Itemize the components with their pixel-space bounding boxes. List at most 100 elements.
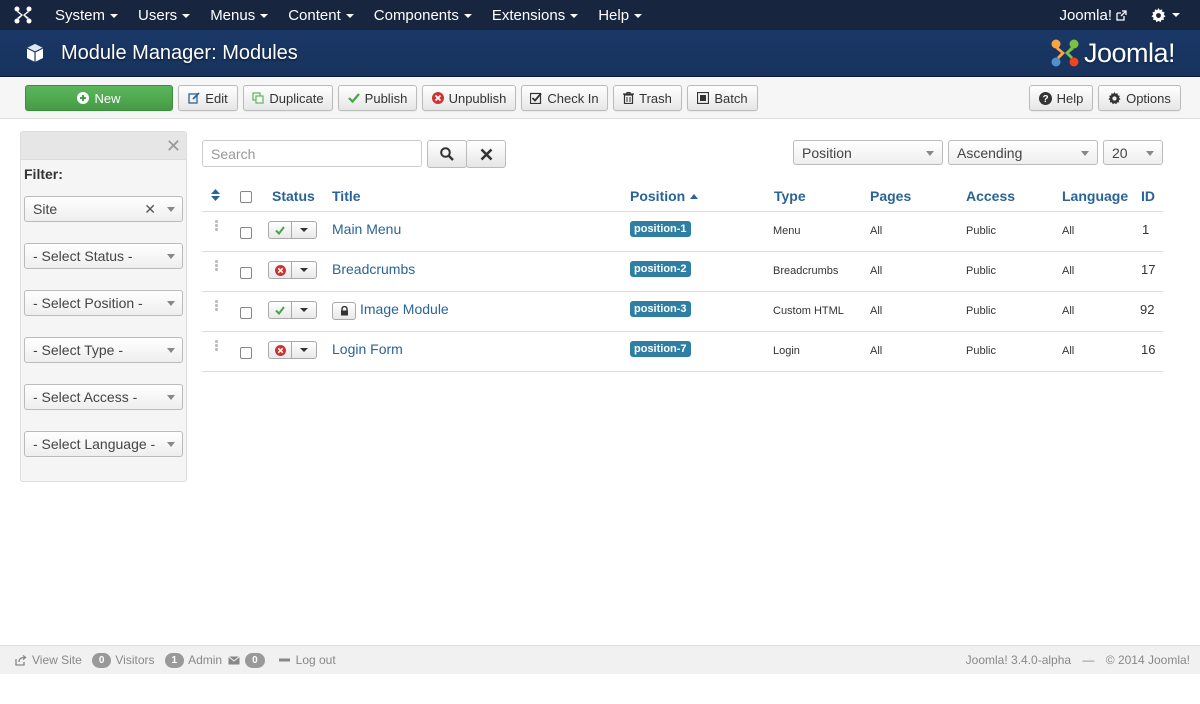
status-toggle[interactable] [268, 221, 317, 239]
menu-help[interactable]: Help [588, 0, 652, 30]
options-button[interactable]: Options [1098, 85, 1181, 111]
check-in-button[interactable]: Check In [521, 85, 608, 111]
row-checkbox[interactable] [240, 267, 252, 279]
module-type: Menu [773, 225, 801, 237]
nav-right: Joomla! [1045, 0, 1200, 30]
client-select[interactable]: Site ✕ [24, 196, 183, 222]
header-type[interactable]: Type [774, 188, 806, 204]
position-badge: position-1 [630, 221, 691, 237]
sort-ordering-icon[interactable] [211, 188, 220, 204]
site-link[interactable]: Joomla! [1045, 7, 1141, 24]
unpublished-x-icon[interactable] [269, 262, 292, 278]
check-icon [347, 92, 360, 104]
edit-icon [188, 92, 200, 104]
chevron-down-icon [167, 348, 175, 353]
header-access[interactable]: Access [966, 188, 1015, 204]
header-language[interactable]: Language [1062, 188, 1128, 204]
chevron-down-icon[interactable] [292, 262, 316, 278]
close-icon [480, 148, 492, 160]
chevron-down-icon [1081, 151, 1089, 156]
direction-select[interactable]: Ascending [948, 140, 1098, 165]
access-select[interactable]: - Select Access - [24, 384, 183, 410]
gear-icon [1108, 91, 1121, 105]
status-toggle[interactable] [268, 261, 317, 279]
edit-button[interactable]: Edit [178, 85, 238, 111]
header-position[interactable]: Position [630, 188, 699, 204]
chevron-down-icon [167, 301, 175, 306]
header-title[interactable]: Title [332, 188, 361, 204]
menu-menus[interactable]: Menus [200, 0, 278, 30]
search-input[interactable] [202, 140, 422, 167]
settings-menu[interactable] [1141, 7, 1200, 23]
drag-handle-icon[interactable] [215, 300, 219, 314]
lock-icon[interactable] [332, 302, 356, 320]
table-header: Status Title Position Type Pages Access … [202, 180, 1163, 212]
language-select[interactable]: - Select Language - [24, 431, 183, 457]
chevron-down-icon[interactable] [292, 222, 316, 238]
publish-button[interactable]: Publish [338, 85, 417, 111]
help-button[interactable]: ? Help [1029, 85, 1093, 111]
chevron-down-icon [167, 254, 175, 259]
module-title-link[interactable]: Main Menu [332, 221, 401, 237]
menu-extensions[interactable]: Extensions [482, 0, 588, 30]
clear-search-button[interactable] [466, 140, 506, 168]
trash-button[interactable]: Trash [613, 85, 682, 111]
drag-handle-icon[interactable] [215, 260, 219, 274]
batch-button[interactable]: Batch [687, 85, 758, 111]
unpublished-x-icon[interactable] [269, 342, 292, 358]
menu-components[interactable]: Components [364, 0, 482, 30]
drag-handle-icon[interactable] [215, 220, 219, 234]
module-language: All [1062, 225, 1075, 237]
row-checkbox[interactable] [240, 227, 252, 239]
table-row: Login Form position-7 Login All Public A… [202, 332, 1163, 372]
menu-content[interactable]: Content [278, 0, 364, 30]
row-checkbox[interactable] [240, 307, 252, 319]
module-type: Custom HTML [773, 305, 844, 317]
external-link-icon [1116, 9, 1127, 21]
plus-circle-icon [77, 92, 90, 104]
toolbar: New Edit Duplicate Publish Unpublish Che… [0, 77, 1200, 119]
select-all-checkbox[interactable] [240, 191, 252, 203]
menu-system[interactable]: System [45, 0, 128, 30]
header-status[interactable]: Status [272, 188, 315, 204]
position-select[interactable]: - Select Position - [24, 290, 183, 316]
limit-select[interactable]: 20 [1103, 140, 1163, 165]
header-pages[interactable]: Pages [870, 188, 911, 204]
chevron-down-icon[interactable] [292, 342, 316, 358]
module-language: All [1062, 305, 1075, 317]
search-button[interactable] [427, 140, 467, 168]
module-title-link[interactable]: Breadcrumbs [332, 261, 415, 277]
position-badge: position-2 [630, 261, 691, 277]
logout-link[interactable]: Log out [278, 653, 336, 667]
published-check-icon[interactable] [269, 302, 292, 318]
unpublish-button[interactable]: Unpublish [422, 85, 516, 111]
table-row: Image Module position-3 Custom HTML All … [202, 292, 1163, 332]
status-select[interactable]: - Select Status - [24, 243, 183, 269]
status-toggle[interactable] [268, 301, 317, 319]
module-title-link[interactable]: Login Form [332, 341, 403, 357]
type-select[interactable]: - Select Type - [24, 337, 183, 363]
row-checkbox[interactable] [240, 347, 252, 359]
module-type: Breadcrumbs [773, 265, 839, 277]
view-site-link[interactable]: View Site [15, 653, 82, 667]
messages-indicator[interactable]: 0 [228, 652, 269, 668]
ordering-select[interactable]: Position [793, 140, 943, 165]
checkbox-icon [530, 92, 543, 104]
new-button[interactable]: New [25, 85, 173, 111]
header-id[interactable]: ID [1141, 188, 1155, 204]
caret-down-icon [1172, 13, 1180, 17]
module-pages: All [870, 305, 883, 317]
module-title-link[interactable]: Image Module [360, 301, 449, 317]
modules-table: Status Title Position Type Pages Access … [202, 180, 1163, 372]
joomla-icon[interactable] [0, 0, 45, 30]
version-info: Joomla! 3.4.0-alpha — © 2014 Joomla! [965, 653, 1190, 667]
status-toggle[interactable] [268, 341, 317, 359]
chevron-down-icon[interactable] [292, 302, 316, 318]
duplicate-button[interactable]: Duplicate [243, 85, 333, 111]
clear-icon[interactable]: ✕ [144, 201, 156, 218]
published-check-icon[interactable] [269, 222, 292, 238]
menu-users[interactable]: Users [128, 0, 200, 30]
drag-handle-icon[interactable] [215, 340, 219, 354]
close-icon[interactable]: ✕ [166, 137, 181, 155]
module-id: 1 [1142, 222, 1150, 237]
